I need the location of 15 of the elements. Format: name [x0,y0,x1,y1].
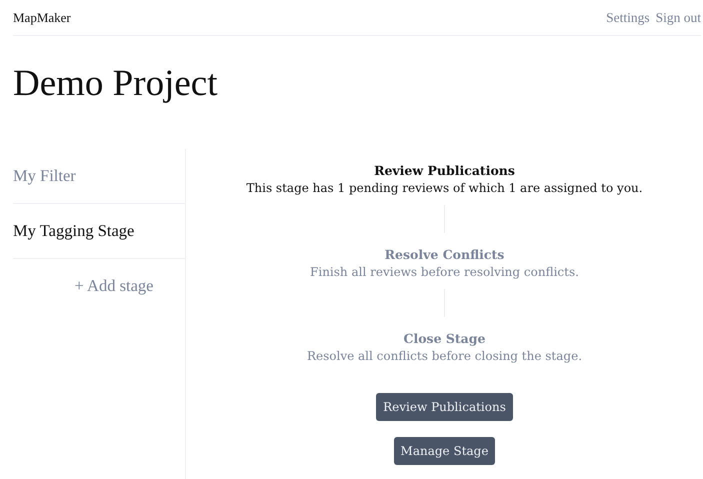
step-description: Finish all reviews before resolving conflicts. [310,265,579,279]
step-description: Resolve all conflicts before closing the stage. [306,349,582,363]
sidebar-item[interactable]: My Tagging Stage [13,204,185,259]
nav-link[interactable]: Settings [606,10,650,26]
project-title: Demo Project [13,62,218,105]
review-button[interactable]: Review Publications [376,393,513,421]
app-name: MapMaker [13,10,71,26]
step-title: Review Publications [374,163,515,178]
step-title: Resolve Conflicts [384,247,504,262]
sidebar-item[interactable]: My Filter [13,149,185,204]
manage-button[interactable]: Manage Stage [394,437,496,465]
step-description: This stage has 1 pending reviews of which 1 are assigned to you. [246,181,643,195]
step-title: Close Stage [404,331,486,346]
nav-link[interactable]: Sign out [656,10,701,26]
add-stage-link[interactable]: + Add stage [74,276,154,295]
